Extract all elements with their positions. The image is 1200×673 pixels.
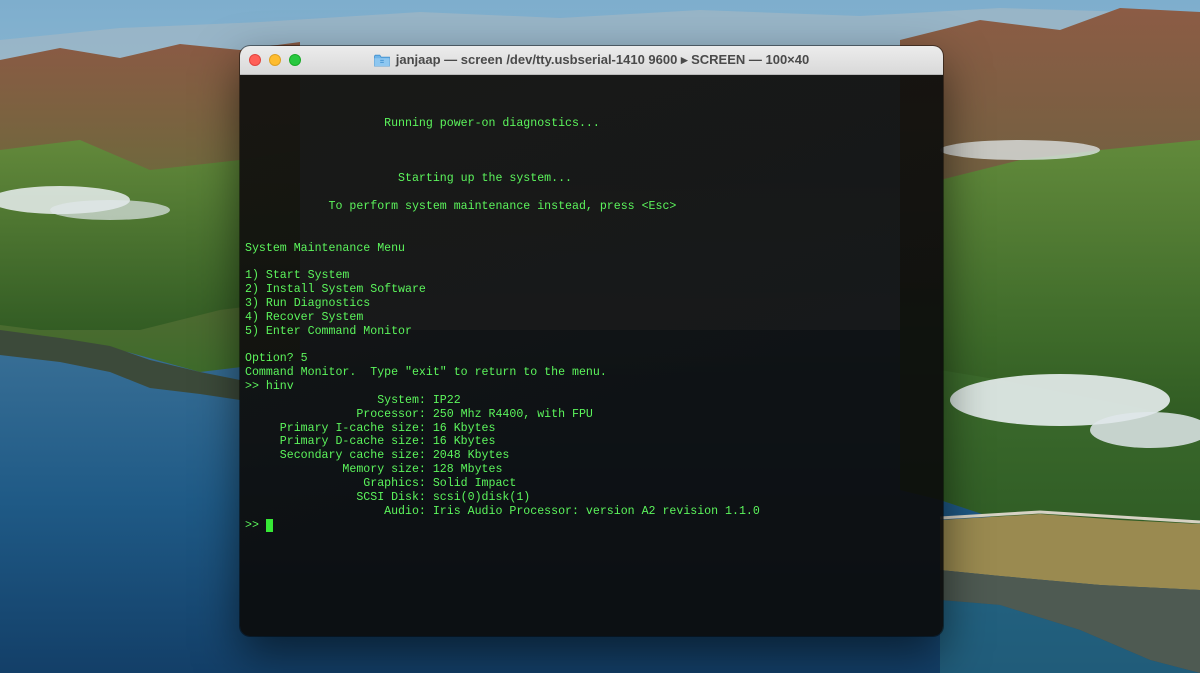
terminal-line: 5) Enter Command Monitor [245, 324, 412, 338]
terminal-line: Primary D-cache size: 16 Kbytes [245, 435, 496, 449]
terminal-line: >> hinv [245, 380, 294, 394]
terminal-line: SCSI Disk: scsi(0)disk(1) [245, 490, 531, 504]
window-title-group: janjaap — screen /dev/tty.usbserial-1410… [240, 46, 943, 74]
folder-icon [373, 54, 390, 67]
prompt-symbol: >> [245, 519, 259, 532]
window-title: janjaap — screen /dev/tty.usbserial-1410… [395, 52, 810, 67]
terminal-line: Memory size: 128 Mbytes [245, 463, 503, 477]
terminal-line: Secondary cache size: 2048 Kbytes [245, 449, 510, 463]
terminal-line: Graphics: Solid Impact [245, 476, 517, 490]
terminal-content[interactable]: Running power-on diagnostics... Starting… [240, 75, 943, 636]
terminal-line: To perform system maintenance instead, p… [245, 200, 677, 214]
terminal-line: 2) Install System Software [245, 283, 426, 297]
terminal-line: Processor: 250 Mhz R4400, with FPU [245, 407, 593, 421]
terminal-line: Primary I-cache size: 16 Kbytes [245, 421, 496, 435]
terminal-output: Running power-on diagnostics... Starting… [245, 117, 760, 518]
terminal-line: Audio: Iris Audio Processor: version A2 … [245, 504, 760, 518]
terminal-line: System: IP22 [245, 393, 461, 407]
terminal-line: 3) Run Diagnostics [245, 296, 371, 310]
terminal-line: System Maintenance Menu [245, 241, 406, 255]
terminal-line: Running power-on diagnostics... [245, 117, 600, 130]
terminal-line: Command Monitor. Type "exit" to return t… [245, 366, 607, 380]
terminal-window[interactable]: janjaap — screen /dev/tty.usbserial-1410… [240, 46, 943, 636]
text-cursor [265, 519, 273, 533]
terminal-line: 1) Start System [245, 269, 350, 283]
title-bar[interactable]: janjaap — screen /dev/tty.usbserial-1410… [240, 46, 943, 75]
command-prompt[interactable]: >> [245, 519, 273, 533]
terminal-line: Starting up the system... [245, 172, 572, 186]
terminal-line: Option? 5 [245, 352, 308, 366]
terminal-line: 4) Recover System [245, 310, 364, 324]
